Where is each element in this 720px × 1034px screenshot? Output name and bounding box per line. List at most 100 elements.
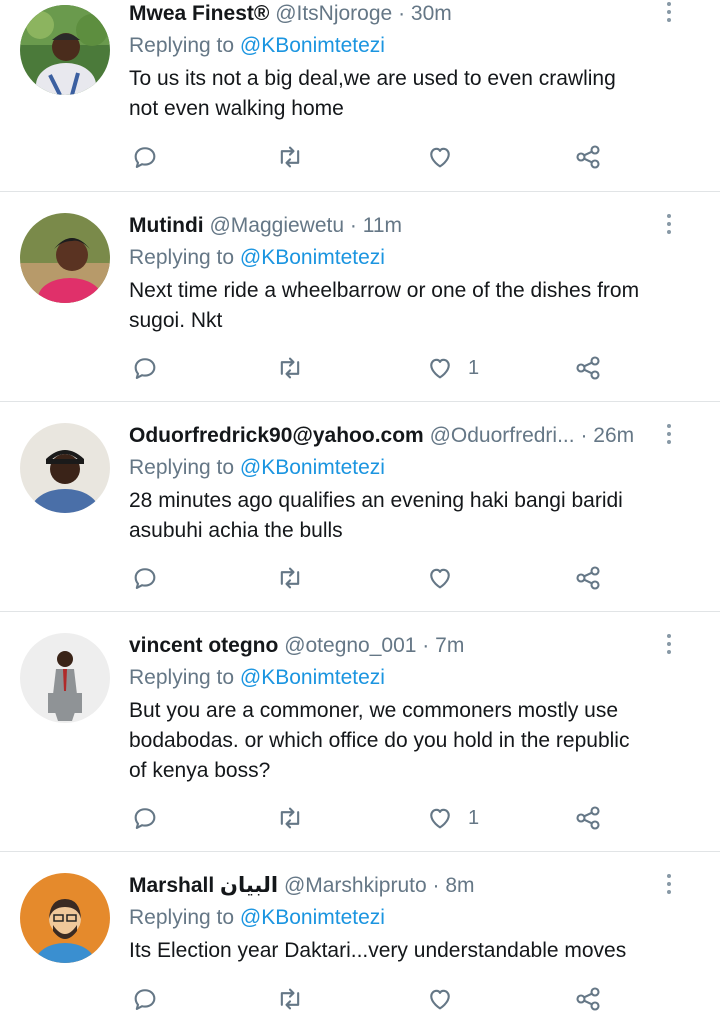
share-icon — [576, 987, 600, 1011]
display-name[interactable]: vincent otegno — [129, 634, 278, 657]
tweet[interactable]: Oduorfredrick90@yahoo.com @Oduorfredri..… — [0, 402, 720, 612]
timestamp[interactable]: 8m — [445, 874, 474, 897]
reply-button[interactable] — [131, 561, 159, 595]
tweet-header: vincent otegno @otegno_001 · 7m — [129, 632, 700, 660]
separator: · — [432, 874, 440, 897]
replying-to: Replying to @KBonimtetezi — [129, 663, 700, 693]
tweet-text-line: Its Election year Daktari...very underst… — [129, 939, 627, 962]
mention-link[interactable]: @KBonimtetezi — [240, 666, 385, 689]
share-button[interactable] — [574, 801, 602, 835]
user-handle[interactable]: @Oduorfredri... — [430, 424, 575, 447]
replying-to-label: Replying to — [129, 34, 235, 57]
reply-button[interactable] — [131, 351, 159, 385]
user-handle[interactable]: @otegno_001 — [284, 634, 416, 657]
like-button[interactable]: 1 — [426, 801, 479, 835]
timestamp[interactable]: 30m — [411, 2, 452, 25]
like-button[interactable] — [426, 140, 468, 174]
reply-button[interactable] — [131, 801, 159, 835]
like-count: 1 — [468, 806, 480, 829]
share-button[interactable] — [574, 351, 602, 385]
avatar-image — [20, 213, 110, 303]
retweet-button[interactable] — [276, 140, 304, 174]
avatar[interactable] — [20, 5, 110, 95]
reply-icon — [134, 147, 156, 168]
tweet-text-line: of kenya boss? — [129, 759, 271, 782]
timestamp[interactable]: 7m — [435, 634, 464, 657]
more-options-icon[interactable] — [666, 634, 672, 658]
heart-icon — [430, 358, 450, 379]
tweet-text-line: 28 minutes ago qualifies an evening haki… — [129, 489, 623, 512]
heart-icon — [430, 147, 450, 168]
user-handle[interactable]: @ItsNjoroge — [275, 2, 392, 25]
avatar-image — [20, 423, 110, 513]
display-name[interactable]: Mutindi — [129, 214, 204, 237]
like-count: 1 — [468, 356, 480, 379]
share-icon — [576, 145, 600, 169]
tweet-actions — [131, 561, 611, 595]
retweet-icon — [280, 567, 300, 589]
more-options-icon[interactable] — [666, 874, 672, 898]
more-options-icon[interactable] — [666, 214, 672, 238]
like-button[interactable]: 1 — [426, 351, 479, 385]
display-name[interactable]: Marshall البيان — [129, 874, 278, 897]
user-handle[interactable]: @Marshkipruto — [284, 874, 427, 897]
tweet-text-line: not even walking home — [129, 97, 344, 120]
replying-to-label: Replying to — [129, 906, 235, 929]
like-button[interactable] — [426, 982, 468, 1016]
timestamp[interactable]: 26m — [593, 424, 634, 447]
separator: · — [422, 634, 430, 657]
user-handle[interactable]: @Maggiewetu — [209, 214, 344, 237]
mention-link[interactable]: @KBonimtetezi — [240, 246, 385, 269]
retweet-button[interactable] — [276, 351, 304, 385]
reply-button[interactable] — [131, 982, 159, 1016]
tweet-text-line: bodabodas. or which office do you hold i… — [129, 729, 630, 752]
more-options-icon[interactable] — [666, 2, 672, 26]
replying-to: Replying to @KBonimtetezi — [129, 903, 700, 933]
avatar-image — [20, 873, 110, 963]
tweet-header: Oduorfredrick90@yahoo.com @Oduorfredri..… — [129, 422, 700, 450]
tweet[interactable]: Mutindi @Maggiewetu · 11m Replying to @K… — [0, 192, 720, 402]
tweet[interactable]: Mwea Finest® @ItsNjoroge · 30m Replying … — [0, 0, 720, 192]
tweet-header: Mutindi @Maggiewetu · 11m — [129, 212, 700, 240]
mention-link[interactable]: @KBonimtetezi — [240, 456, 385, 479]
tweet[interactable]: Marshall البيان @Marshkipruto · 8m Reply… — [0, 852, 720, 1034]
retweet-button[interactable] — [276, 561, 304, 595]
share-button[interactable] — [574, 561, 602, 595]
tweet-text-line: But you are a commoner, we commoners mos… — [129, 699, 619, 722]
avatar[interactable] — [20, 633, 110, 723]
tweet-text-line: sugoi. Nkt — [129, 309, 223, 332]
share-button[interactable] — [574, 982, 602, 1016]
tweet[interactable]: vincent otegno @otegno_001 · 7m Replying… — [0, 612, 720, 852]
replying-to-label: Replying to — [129, 666, 235, 689]
heart-icon — [430, 568, 450, 589]
more-options-icon[interactable] — [666, 424, 672, 448]
mention-link[interactable]: @KBonimtetezi — [240, 906, 385, 929]
tweet-text: Its Election year Daktari...very underst… — [129, 936, 700, 966]
avatar[interactable] — [20, 213, 110, 303]
tweet-header: Mwea Finest® @ItsNjoroge · 30m — [129, 0, 700, 28]
display-name[interactable]: Mwea Finest® — [129, 2, 269, 25]
avatar[interactable] — [20, 423, 110, 513]
retweet-icon — [280, 357, 300, 379]
timestamp[interactable]: 11m — [363, 214, 402, 237]
mention-link[interactable]: @KBonimtetezi — [240, 34, 385, 57]
share-icon — [576, 566, 600, 590]
share-button[interactable] — [574, 140, 602, 174]
display-name[interactable]: Oduorfredrick90@yahoo.com — [129, 424, 424, 447]
tweet-actions — [131, 982, 611, 1016]
tweet-text-line: To us its not a big deal,we are used to … — [129, 67, 616, 90]
retweet-icon — [280, 146, 300, 168]
tweet-text: 28 minutes ago qualifies an evening haki… — [129, 486, 700, 546]
avatar-image — [20, 5, 110, 95]
retweet-button[interactable] — [276, 801, 304, 835]
tweet-text: But you are a commoner, we commoners mos… — [129, 696, 700, 786]
reply-button[interactable] — [131, 140, 159, 174]
retweet-icon — [280, 807, 300, 829]
avatar[interactable] — [20, 873, 110, 963]
retweet-button[interactable] — [276, 982, 304, 1016]
heart-icon — [430, 989, 450, 1010]
replying-to-label: Replying to — [129, 246, 235, 269]
like-button[interactable] — [426, 561, 468, 595]
heart-icon — [430, 808, 450, 829]
tweet-text-line: Next time ride a wheelbarrow or one of t… — [129, 279, 640, 302]
